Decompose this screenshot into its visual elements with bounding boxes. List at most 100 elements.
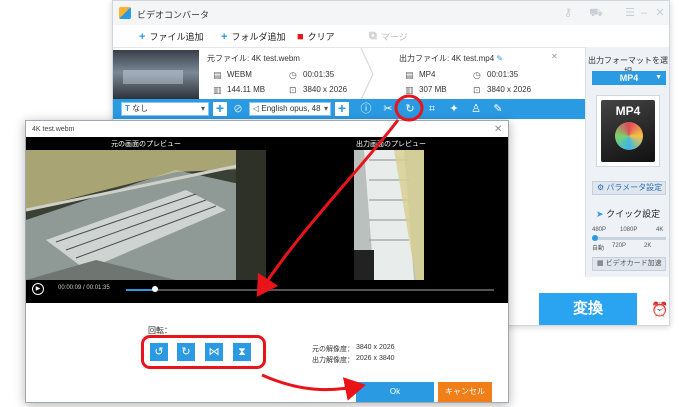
format-select[interactable]: MP4 ▼ xyxy=(592,71,666,85)
clear-button[interactable]: ■ クリア xyxy=(297,30,335,43)
gpu-icon: ▦ xyxy=(597,260,604,267)
plus-icon: + xyxy=(221,30,228,43)
source-file-line: 元ファイル: 4K test.webm xyxy=(207,53,300,64)
gpu-label: ビデオカード加速 xyxy=(605,260,662,267)
source-format: WEBM xyxy=(227,70,252,79)
source-resolution-value: 3840 x 2026 xyxy=(356,344,395,351)
output-file-line: 出力ファイル: 4K test.mp4 ✎ xyxy=(399,53,503,64)
quality-slider[interactable] xyxy=(592,235,666,241)
chevron-down-icon: ▼ xyxy=(655,74,662,81)
slider-knob[interactable] xyxy=(592,235,598,241)
file-toolbar: T なし ▾ + ⊘ ◁ English opus, 48 ▾ + ⓘ ✂ ↻ … xyxy=(113,99,585,119)
key-icon[interactable]: ⚷ xyxy=(561,6,575,20)
app-logo-icon xyxy=(119,7,131,19)
resolution-icon: ⊡ xyxy=(473,85,481,95)
clear-label: クリア xyxy=(307,32,335,42)
close-icon[interactable]: ✕ xyxy=(653,6,667,20)
watermark-icon[interactable]: ♙ xyxy=(469,102,483,116)
edit-pen-icon[interactable]: ✎ xyxy=(491,102,505,116)
text-icon: T xyxy=(125,104,130,113)
film-reel-icon xyxy=(615,122,643,150)
minimize-icon[interactable]: – xyxy=(637,6,651,20)
close-icon[interactable]: ✕ xyxy=(494,124,502,135)
source-label: 元ファイル: xyxy=(207,54,250,63)
subtitle-edit-icon[interactable]: ⊘ xyxy=(231,102,245,116)
edit-icon[interactable]: ✎ xyxy=(496,54,503,63)
plus-icon: + xyxy=(139,30,146,43)
quality-tick: 自動 xyxy=(592,246,605,252)
source-size: 144.11 MB xyxy=(227,85,266,94)
convert-button[interactable]: 変換 xyxy=(539,293,637,325)
staircase-image xyxy=(26,150,266,280)
mp4-format-icon: MP4 xyxy=(601,100,655,162)
title-bar: ビデオコンバータ ⚷ ⛟ ☰ – ✕ xyxy=(113,1,669,25)
audio-select[interactable]: ◁ English opus, 48 ▾ xyxy=(249,102,331,116)
clock-icon: ◷ xyxy=(289,70,297,80)
output-label: 出力ファイル: xyxy=(399,54,450,63)
quality-tick: 4K xyxy=(656,227,664,233)
source-resolution: 3840 x 2026 xyxy=(303,85,348,94)
merge-label: マージ xyxy=(380,32,408,42)
format-preview[interactable]: MP4 xyxy=(596,95,660,167)
clock-icon: ◷ xyxy=(473,70,481,80)
play-icon[interactable]: ▶ xyxy=(32,283,44,295)
add-file-button[interactable]: + ファイル追加 xyxy=(139,30,203,43)
parameter-settings-label: パラメータ設定 xyxy=(606,183,663,192)
time-separator: / xyxy=(83,285,85,291)
source-preview-label: 元の画面のプレビュー xyxy=(111,141,181,148)
file-row[interactable]: 元ファイル: 4K test.webm ▤ WEBM ◷ 00:01:35 ▥ … xyxy=(113,47,585,101)
size-icon: ▥ xyxy=(213,85,222,95)
add-audio-button[interactable]: + xyxy=(335,101,349,116)
app-title: ビデオコンバータ xyxy=(137,10,210,20)
ok-button[interactable]: Ok xyxy=(356,382,434,402)
output-panel: 出力フォーマットを選択 MP4 ▼ MP4 ⚙ パラメータ設定 ➤ クイック設定… xyxy=(585,47,669,277)
parameter-settings-button[interactable]: ⚙ パラメータ設定 xyxy=(592,181,666,195)
source-resolution-label: 元の解像度： xyxy=(312,346,354,353)
cart-icon[interactable]: ⛟ xyxy=(589,6,603,20)
cancel-button[interactable]: キャンセル xyxy=(438,382,492,402)
source-filename: 4K test.webm xyxy=(251,54,300,63)
arrow-separator xyxy=(359,47,375,101)
output-duration: 00:01:35 xyxy=(487,70,519,79)
resolution-icon: ⊡ xyxy=(289,85,297,95)
quality-tick: 1080P xyxy=(620,227,638,233)
rotate-icon[interactable]: ↻ xyxy=(403,102,417,116)
source-duration: 00:01:35 xyxy=(303,70,335,79)
merge-button[interactable]: ⧉ マージ xyxy=(369,30,408,43)
output-filename: 4K test.mp4 xyxy=(451,54,495,63)
dialog-title: 4K test.webm xyxy=(32,126,75,133)
chevron-down-icon: ▾ xyxy=(323,104,328,113)
rotate-dialog: 4K test.webm ✕ 元の画面のプレビュー 出力画面のプレビュー ▶ 0… xyxy=(25,120,509,403)
audio-value: English opus, 48 xyxy=(261,104,321,113)
crop-icon[interactable]: ⌗ xyxy=(425,102,439,116)
rotated-staircase-image xyxy=(354,150,424,280)
speaker-icon: ◁ xyxy=(253,104,260,113)
add-subtitle-button[interactable]: + xyxy=(213,101,227,116)
quality-tick: 480P xyxy=(592,227,607,233)
add-folder-button[interactable]: + フォルダ追加 xyxy=(221,30,285,43)
chevron-down-icon: ▾ xyxy=(200,104,205,113)
subtitle-select[interactable]: T なし ▾ xyxy=(121,102,209,116)
seek-bar[interactable] xyxy=(126,286,494,292)
seek-progress xyxy=(126,289,156,291)
remove-file-icon[interactable]: ✕ xyxy=(551,52,558,61)
output-preview-label: 出力画面のプレビュー xyxy=(356,141,426,148)
format-icon: ▤ xyxy=(405,70,414,80)
gpu-acceleration-button[interactable]: ▦ ビデオカード加速 xyxy=(592,257,666,271)
source-preview-video xyxy=(26,150,266,280)
output-size: 307 MB xyxy=(419,85,447,94)
info-icon[interactable]: ⓘ xyxy=(359,102,373,116)
quick-settings-label: ➤ クイック設定 xyxy=(596,207,660,220)
rotate-buttons-highlight xyxy=(141,335,266,369)
add-folder-label: フォルダ追加 xyxy=(231,32,286,42)
cut-icon[interactable]: ✂ xyxy=(381,102,395,116)
bolt-icon: ➤ xyxy=(596,209,604,219)
menu-icon[interactable]: ☰ xyxy=(623,6,637,20)
video-thumbnail[interactable] xyxy=(113,50,199,100)
alarm-clock-icon[interactable]: ⏰ xyxy=(651,301,668,317)
output-format: MP4 xyxy=(419,70,436,79)
time-display: 00:00:09 / 00:01:35 xyxy=(58,285,110,291)
format-icon: ▤ xyxy=(213,70,222,80)
main-toolbar: + ファイル追加 + フォルダ追加 ■ クリア ⧉ マージ xyxy=(113,25,669,47)
effects-icon[interactable]: ✦ xyxy=(447,102,461,116)
